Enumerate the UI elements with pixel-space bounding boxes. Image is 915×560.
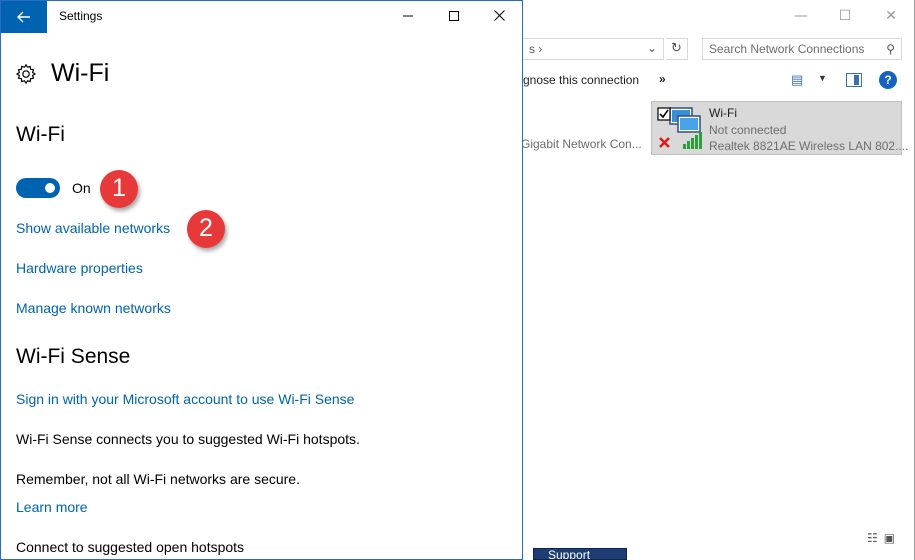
settings-window: Settings Wi-Fi Wi-Fi On Show available n… [0, 0, 523, 560]
section-heading-wifi-sense: Wi-Fi Sense [16, 345, 131, 368]
help-icon[interactable]: ? [879, 71, 897, 89]
nc-diagnose-button[interactable]: gnose this connection [523, 73, 639, 87]
manage-known-networks-link[interactable]: Manage known networks [16, 300, 171, 316]
learn-more-link[interactable]: Learn more [16, 499, 88, 515]
hardware-properties-link[interactable]: Hardware properties [16, 260, 143, 276]
ethernet-adapter-label[interactable]: Gigabit Network Con... [521, 137, 642, 151]
show-available-networks-link[interactable]: Show available networks [16, 220, 170, 236]
wifi-toggle-label: On [72, 180, 91, 196]
nc-search-placeholder: Search Network Connections [709, 42, 865, 56]
nc-minimize-button[interactable]: — [789, 4, 813, 28]
window-title: Settings [59, 9, 103, 23]
wireless-network-icon [657, 107, 702, 149]
toggle-knob [45, 183, 55, 193]
back-button[interactable] [1, 1, 47, 33]
callout-badge-1: 1 [100, 170, 138, 208]
wifi-adapter-name: Wi-Fi [709, 106, 737, 120]
page-title: Wi-Fi [51, 59, 110, 87]
close-button[interactable] [484, 5, 514, 29]
wifi-adapter-device: Realtek 8821AE Wireless LAN 802.... [709, 139, 909, 153]
nc-view-toggle-icons[interactable]: ☷▣ [867, 531, 901, 545]
arrow-left-icon [17, 11, 30, 23]
chevron-down-icon[interactable]: ⌄ [647, 41, 657, 55]
close-icon [493, 10, 505, 21]
nc-command-bar: gnose this connection » ▤ ▼ ? [521, 70, 915, 92]
nc-address-bar[interactable]: s › ⌄ [519, 38, 664, 60]
network-connections-window: — ☐ ✕ s › ⌄ ↻ Search Network Connections… [519, 0, 915, 560]
settings-titlebar: Settings [1, 1, 522, 33]
nc-maximize-button[interactable]: ☐ [833, 4, 857, 28]
nc-titlebar: — ☐ ✕ [521, 0, 915, 32]
nc-search-input[interactable]: Search Network Connections ⚲ [702, 38, 902, 60]
gear-icon [15, 63, 37, 85]
callout-badge-2: 2 [187, 210, 225, 248]
maximize-button[interactable] [439, 5, 469, 29]
nc-close-button[interactable]: ✕ [879, 4, 903, 28]
taskbar-support-item[interactable]: Support [533, 548, 627, 560]
minimize-button[interactable] [393, 5, 423, 29]
section-heading-wifi: Wi-Fi [16, 123, 65, 146]
open-hotspots-label: Connect to suggested open hotspots [16, 539, 245, 555]
view-dropdown-icon[interactable]: ▼ [818, 73, 827, 83]
wifi-sense-description: Wi-Fi Sense connects you to suggested Wi… [16, 431, 360, 447]
minimize-icon [403, 15, 413, 17]
wifi-adapter-item[interactable]: Wi-Fi Not connected Realtek 8821AE Wirel… [651, 101, 908, 155]
nc-breadcrumb: s › [529, 42, 543, 56]
preview-pane-icon[interactable] [846, 73, 862, 87]
refresh-icon[interactable]: ↻ [666, 38, 688, 60]
nc-more-commands-button[interactable]: » [659, 72, 666, 86]
view-options-icon[interactable]: ▤ [791, 72, 803, 88]
wifi-sense-warning: Remember, not all Wi-Fi networks are sec… [16, 471, 300, 487]
wifi-toggle-switch[interactable] [16, 178, 60, 198]
wifi-adapter-status: Not connected [709, 123, 787, 137]
search-icon[interactable]: ⚲ [886, 42, 895, 56]
maximize-icon [449, 11, 459, 21]
microsoft-account-sign-in-link[interactable]: Sign in with your Microsoft account to u… [16, 391, 354, 407]
